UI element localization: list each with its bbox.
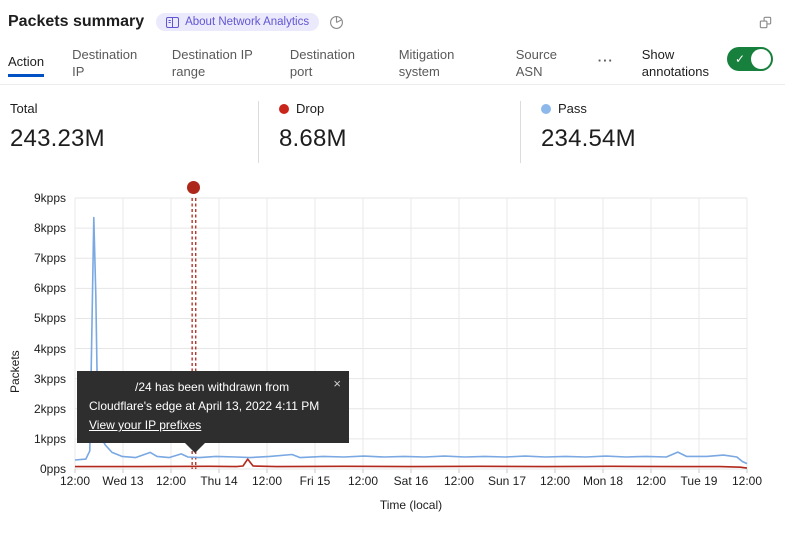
page-title: Packets summary: [8, 13, 144, 31]
y-tick-label: 1kpps: [0, 432, 66, 446]
tab-destination-port[interactable]: Destination port: [290, 46, 371, 80]
stat-label: Drop: [296, 101, 324, 116]
tab-mitigation-system[interactable]: Mitigation system: [399, 46, 488, 80]
check-icon: ✓: [735, 51, 745, 67]
stats-row: Total 243.23M Drop 8.68M Pass 234.54M: [0, 85, 785, 163]
annotations-toggle[interactable]: ✓: [727, 47, 773, 71]
tab-action[interactable]: Action: [8, 53, 44, 77]
ellipsis-icon[interactable]: ···: [598, 53, 614, 68]
stat-value: 243.23M: [10, 125, 258, 153]
book-icon: [166, 17, 179, 28]
pie-chart-icon[interactable]: [329, 15, 344, 30]
y-tick-label: 2kpps: [0, 402, 66, 416]
stat-value: 8.68M: [279, 125, 520, 153]
y-tick-label: 6kpps: [0, 281, 66, 295]
filter-tab-bar: Action Destination IP Destination IP range…: [0, 34, 785, 85]
y-tick-label: 8kpps: [0, 221, 66, 235]
tab-destination-ip[interactable]: Destination IP: [72, 46, 144, 80]
x-axis-title: Time (local): [75, 498, 747, 512]
y-tick-label: 5kpps: [0, 311, 66, 325]
header: Packets summary About Network Analytics: [0, 0, 785, 34]
close-icon[interactable]: ×: [333, 374, 341, 393]
annotation-tooltip: × /24 has been withdrawn from Cloudflare…: [77, 371, 349, 443]
y-tick-label: 3kpps: [0, 372, 66, 386]
popout-icon[interactable]: [758, 15, 773, 30]
stat-drop: Drop 8.68M: [258, 101, 520, 163]
y-tick-label: 4kpps: [0, 342, 66, 356]
tab-source-asn[interactable]: Source ASN: [516, 46, 570, 80]
drop-legend-dot: [279, 104, 289, 114]
tooltip-line1: /24 has been withdrawn from: [89, 378, 337, 397]
badge-label: About Network Analytics: [185, 16, 309, 28]
y-tick-label: 7kpps: [0, 251, 66, 265]
toggle-knob: [751, 49, 771, 69]
show-annotations-control: Show annotations ✓: [642, 46, 773, 80]
stat-label: Total: [10, 101, 37, 116]
x-tick-label: 12:00: [715, 474, 779, 488]
stat-total: Total 243.23M: [10, 101, 258, 163]
pass-legend-dot: [541, 104, 551, 114]
packets-chart: Packets 9kpps8kpps7kpps6kpps5kpps4kpps3k…: [0, 163, 785, 523]
view-ip-prefixes-link[interactable]: View your IP prefixes: [89, 416, 201, 435]
show-annotations-label: Show annotations: [642, 46, 711, 80]
annotation-marker[interactable]: [187, 181, 200, 194]
about-network-analytics-badge[interactable]: About Network Analytics: [156, 13, 319, 31]
stat-label: Pass: [558, 101, 587, 116]
tooltip-line2: Cloudflare's edge at April 13, 2022 4:11…: [89, 397, 337, 416]
stat-value: 234.54M: [541, 125, 636, 153]
stat-pass: Pass 234.54M: [520, 101, 636, 163]
y-tick-label: 9kpps: [0, 191, 66, 205]
tab-destination-ip-range[interactable]: Destination IP range: [172, 46, 262, 80]
